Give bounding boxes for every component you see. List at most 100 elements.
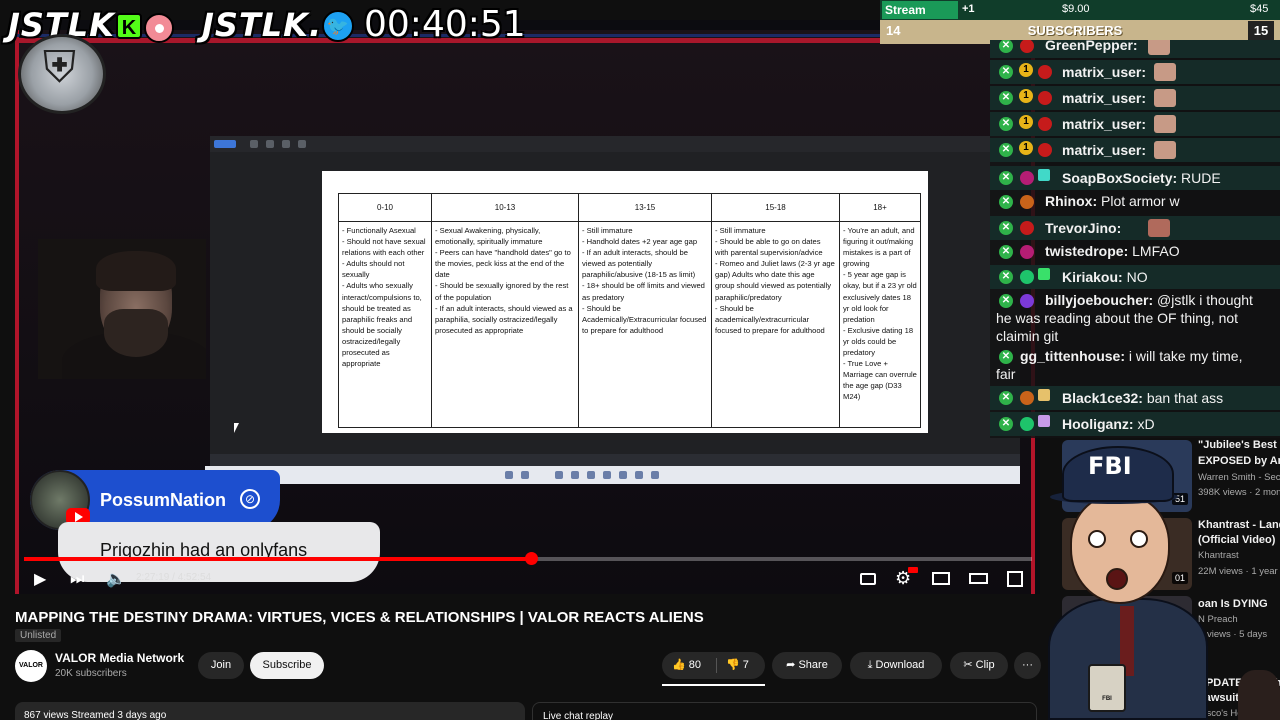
subscribers-current: 14 [886, 23, 901, 38]
chat-username: matrix_user: [1062, 116, 1147, 132]
chat-username-text: gg_tittenhouse: [1020, 348, 1125, 364]
chat-text: i will take my time, [1128, 348, 1243, 364]
table-cell: - You're an adult, and figuring it out/m… [839, 221, 921, 428]
like-ratio-bar [662, 684, 765, 686]
badge-icon: ✕ [999, 350, 1013, 364]
dislike-button[interactable]: 👎 7 [726, 652, 749, 679]
gift-icon [1038, 389, 1050, 401]
hd-badge-icon [908, 567, 918, 573]
kick-icon: K [116, 13, 142, 39]
chat-username: gg_tittenhouse: i will take my time, [1020, 348, 1242, 364]
emote-icon [1154, 141, 1176, 159]
chat-message: ✕ billyjoeboucher: @jstlk i thought he w… [990, 289, 1280, 345]
chat-text: NO [1126, 269, 1148, 285]
taskbar-icon [505, 471, 513, 479]
live-chat-replay-box[interactable]: Live chat replay [532, 702, 1037, 720]
video-description-box[interactable]: 867 views Streamed 3 days ago [15, 702, 525, 720]
chat-message: ✕ GreenPepper: [990, 40, 1280, 58]
badge-icon: 1 [1019, 89, 1033, 103]
fullscreen-icon[interactable] [1007, 571, 1023, 587]
recommended-channel[interactable]: N Preach [1198, 614, 1280, 625]
mascot-mouth [1106, 568, 1128, 590]
badge-icon: ✕ [999, 171, 1013, 185]
chat-message: ✕ 1 matrix_user: [990, 138, 1280, 162]
unlisted-badge: Unlisted [15, 629, 62, 642]
play-icon[interactable]: ▶ [34, 569, 46, 591]
chat-text: xD [1137, 416, 1155, 432]
badge-icon: ✕ [999, 391, 1013, 405]
chat-text-continued: fair [996, 366, 1016, 382]
join-button[interactable]: Join [198, 652, 244, 679]
gift-icon [1038, 268, 1050, 280]
badge-icon [1020, 221, 1034, 235]
download-button[interactable]: ⤓ Download [850, 652, 942, 679]
table-header: 15-18 [711, 193, 840, 222]
subtitles-icon[interactable] [860, 573, 876, 585]
subscribe-button[interactable]: Subscribe [250, 652, 324, 679]
badge-icon [1020, 417, 1034, 431]
stream-hours-price: $9.00 [1062, 3, 1090, 15]
subscribers-label: SUBSCRIBERS [1027, 23, 1123, 38]
emote-icon [1148, 40, 1170, 55]
badge-icon [1020, 171, 1034, 185]
recommended-channel[interactable]: Khantrast [1198, 550, 1280, 561]
table-header: 13-15 [578, 193, 712, 222]
volume-icon[interactable]: 🔈 [106, 569, 126, 591]
like-divider [716, 658, 717, 673]
mascot-eye [1130, 530, 1148, 548]
toolbar-icon [250, 140, 258, 148]
clip-label: Clip [975, 659, 995, 671]
table-cell: - Sexual Awakening, physically, emotiona… [431, 221, 579, 428]
badge-icon [1020, 391, 1034, 405]
taskbar-icon [587, 471, 595, 479]
share-button[interactable]: ➦ Share [772, 652, 842, 679]
badge-icon: 1 [1019, 63, 1033, 77]
theater-mode-icon[interactable] [969, 573, 988, 584]
time-display: 2:27:19 / 4:52:54 [136, 572, 212, 583]
age-table: 0-10 10-13 13-15 15-18 18+ - Functionall… [338, 193, 921, 428]
taskbar-icon [521, 471, 529, 479]
recommended-title[interactable]: oan Is DYING [1198, 598, 1280, 610]
progress-bar[interactable] [24, 552, 1032, 565]
taskbar-icon [603, 471, 611, 479]
progress-scrubber[interactable] [525, 552, 539, 565]
recommended-title[interactable]: (Official Video) [1198, 534, 1280, 546]
chat-text: LMFAO [1132, 243, 1180, 259]
toolbar-icon [282, 140, 290, 148]
channel-avatar[interactable]: VALOR [15, 650, 47, 682]
taskbar-icon [571, 471, 579, 479]
recommended-meta: 22M views · 1 year [1198, 566, 1278, 577]
subscribers-target: 15 [1248, 21, 1274, 41]
next-icon[interactable]: ⏭ [70, 569, 84, 591]
badge-icon: ✕ [999, 294, 1013, 308]
badge-icon: ✕ [999, 117, 1013, 131]
stream-timer: 00:40:51 [364, 4, 526, 45]
chat-message: ✕ 1 matrix_user: [990, 60, 1280, 84]
like-button[interactable]: 👍 80 [672, 652, 701, 679]
table-header: 0-10 [338, 193, 432, 222]
chat-username: SoapBoxSociety: RUDE [1062, 170, 1221, 186]
chat-username: Hooliganz: xD [1062, 416, 1155, 432]
recommended-title[interactable]: "Jubilee's Best De [1198, 439, 1280, 451]
taskbar-icon [619, 471, 627, 479]
twitter-icon: 🐦 [322, 10, 354, 42]
recommended-title[interactable]: Khantrast - Lande [1198, 519, 1280, 531]
more-actions-button[interactable]: ··· [1014, 652, 1041, 679]
image-viewer-statusbar [210, 454, 1020, 466]
download-label: Download [875, 659, 925, 671]
miniplayer-icon[interactable] [932, 572, 950, 585]
chat-text: ban that ass [1146, 390, 1224, 406]
superchat-name: PossumNation [100, 490, 227, 510]
emote-icon [1154, 115, 1176, 133]
recommended-title[interactable]: EXPOSED by And [1198, 455, 1280, 467]
chat-username: Kiriakou: NO [1062, 269, 1148, 285]
chat-message: ✕ SoapBoxSociety: RUDE [990, 166, 1280, 190]
badge-icon [1020, 195, 1034, 209]
badge-icon: 1 [1019, 115, 1033, 129]
badge-icon: ✕ [999, 245, 1013, 259]
emote-icon [1148, 219, 1170, 237]
channel-name[interactable]: VALOR Media Network [55, 651, 184, 665]
streamer-webcam [38, 239, 206, 379]
recommended-channel[interactable]: Warren Smith - Secr [1198, 472, 1280, 483]
clip-button[interactable]: ✂ Clip [950, 652, 1008, 679]
